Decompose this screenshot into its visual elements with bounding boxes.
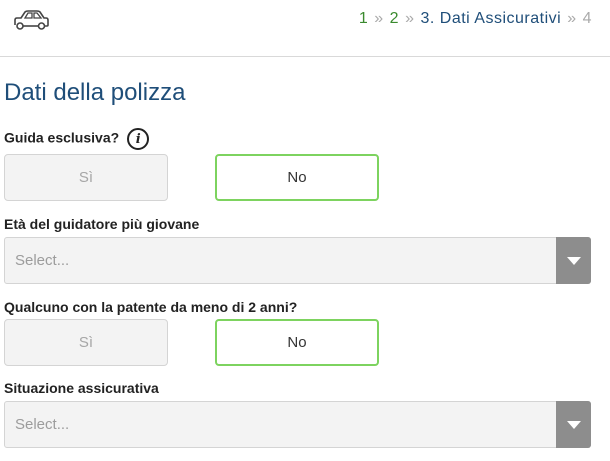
guida-esclusiva-label: Guida esclusiva? i (4, 128, 150, 150)
chevron-down-icon[interactable] (556, 401, 591, 448)
car-icon (14, 10, 49, 30)
breadcrumb-separator: » (567, 10, 577, 27)
eta-guidatore-placeholder: Select... (15, 252, 70, 269)
breadcrumb-step-1[interactable]: 1 (359, 10, 368, 27)
chevron-down-icon[interactable] (556, 237, 591, 284)
header-bar: 1 » 2 » 3. Dati Assicurativi » 4 (0, 0, 610, 57)
breadcrumb: 1 » 2 » 3. Dati Assicurativi » 4 (359, 10, 592, 28)
situazione-assicurativa-label: Situazione assicurativa (4, 380, 159, 396)
guida-esclusiva-no-button[interactable]: No (215, 154, 379, 201)
situazione-assicurativa-select[interactable]: Select... (4, 401, 591, 448)
guida-esclusiva-yes-button[interactable]: Sì (4, 154, 168, 201)
breadcrumb-step-4: 4 (582, 10, 592, 27)
breadcrumb-step-3: 3. Dati Assicurativi (420, 10, 562, 27)
situazione-assicurativa-placeholder: Select... (15, 416, 70, 433)
breadcrumb-step-2[interactable]: 2 (390, 10, 399, 27)
guida-esclusiva-label-text: Guida esclusiva? (4, 129, 120, 146)
breadcrumb-separator: » (405, 10, 415, 27)
eta-guidatore-select[interactable]: Select... (4, 237, 591, 284)
page-title: Dati della polizza (4, 79, 186, 106)
eta-guidatore-label: Età del guidatore più giovane (4, 216, 200, 232)
patente-recente-no-button[interactable]: No (215, 319, 379, 366)
breadcrumb-separator: » (374, 10, 384, 27)
patente-recente-label: Qualcuno con la patente da meno di 2 ann… (4, 299, 298, 315)
info-icon[interactable]: i (127, 128, 150, 150)
patente-recente-yes-button[interactable]: Sì (4, 319, 168, 366)
